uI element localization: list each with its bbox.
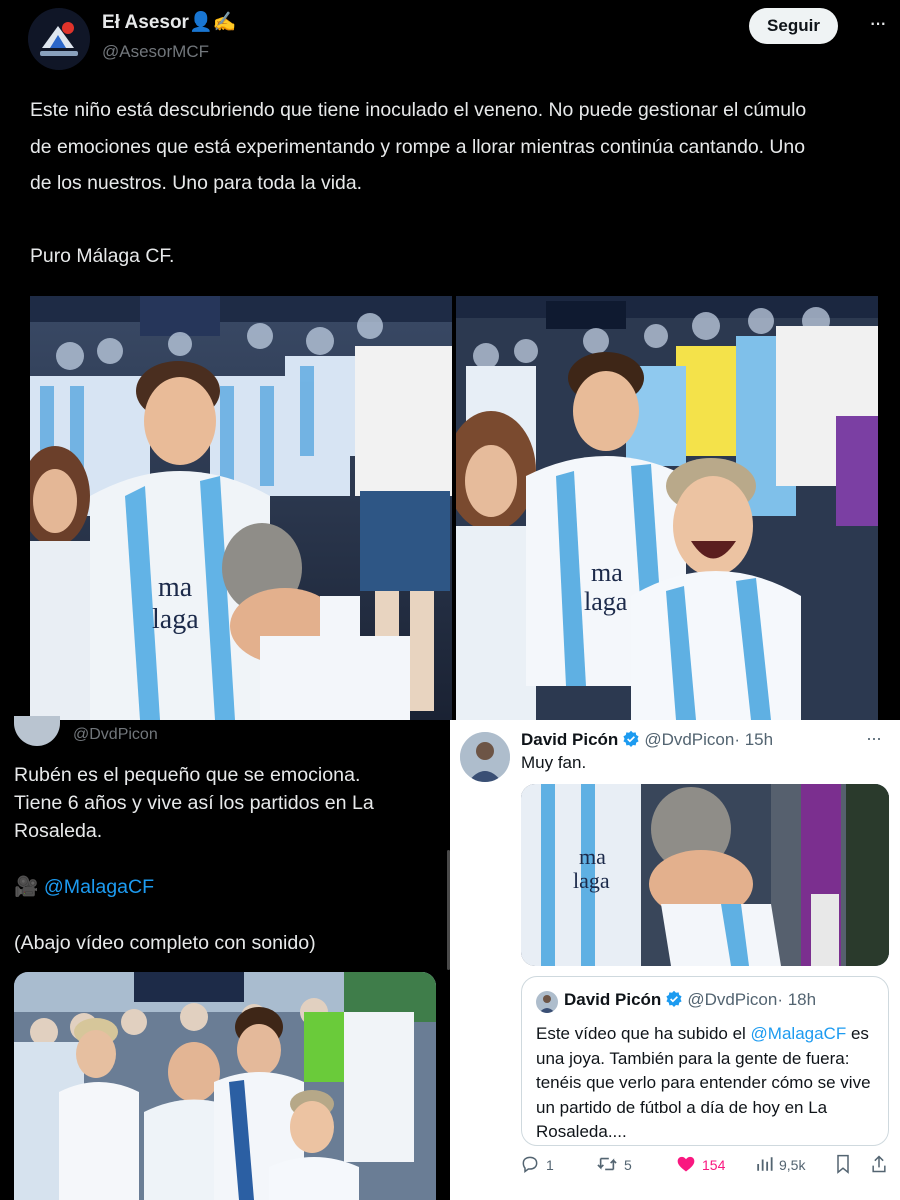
tweet-text-line: Este niño está descubriendo que tiene in…	[30, 99, 807, 121]
avatar[interactable]	[460, 732, 510, 782]
tweet-text-line: Tiene 6 años y vive así los partidos en …	[14, 792, 374, 814]
quoted-text-line: Este vídeo que ha subido el @MalagaCF es	[536, 1022, 881, 1047]
repost-count: 5	[624, 1157, 632, 1173]
author-handle[interactable]: @DvdPicon	[73, 726, 158, 744]
avatar[interactable]	[14, 716, 60, 746]
follow-button[interactable]: Seguir	[749, 8, 838, 44]
mention-line: 🎥 @MalagaCF	[14, 873, 434, 901]
shirt-text: laga	[584, 587, 628, 616]
more-options-icon[interactable]: ···	[862, 12, 892, 38]
shirt-text: laga	[573, 868, 610, 893]
reply-icon	[520, 1154, 540, 1177]
quoted-text: Este vídeo que ha subido el @MalagaCF es…	[536, 1022, 881, 1145]
repost-button[interactable]: 5	[596, 1150, 632, 1180]
shirt-text: laga	[152, 604, 199, 635]
avatar[interactable]	[536, 991, 558, 1013]
author-name[interactable]: Eł Asesor👤✍️	[102, 10, 236, 34]
shirt-text: ma	[579, 844, 606, 869]
quoted-header: David Picón @DvdPicon· 18h	[564, 990, 816, 1013]
mention-link[interactable]: @MalagaCF	[44, 876, 154, 898]
tweet-header: David Picón @DvdPicon· 15h	[521, 730, 773, 753]
reply-count: 1	[546, 1157, 554, 1173]
tweet-text-line: (Abajo vídeo completo con sonido)	[14, 932, 316, 954]
views-chart-icon	[755, 1155, 773, 1176]
tweet-text-line: de emociones que está experimentando y r…	[30, 135, 806, 158]
mention-link[interactable]: @MalagaCF	[751, 1024, 847, 1043]
quoted-author-handle: @DvdPicon	[687, 990, 778, 1009]
shirt-text: ma	[591, 558, 623, 587]
bookmark-button[interactable]	[834, 1150, 852, 1180]
avatar[interactable]	[28, 8, 90, 70]
top-tweet: Eł Asesor👤✍️ @AsesorMCF Seguir ··· Este …	[0, 0, 900, 720]
quoted-tweet[interactable]: David Picón @DvdPicon· 18h Este vídeo que…	[521, 976, 889, 1146]
author-handle[interactable]: @DvdPicon	[644, 730, 734, 749]
reply-button[interactable]: 1	[520, 1150, 554, 1180]
quoted-text-line: tenéis que verlo para entender cómo se v…	[536, 1073, 871, 1092]
tweet-text: Este niño está descubriendo que tiene in…	[30, 92, 880, 274]
quoted-text-segment: Este vídeo que ha subido el	[536, 1024, 751, 1043]
tweet-text-line: de los nuestros. Uno para toda la vida.	[30, 172, 362, 195]
quoted-text-line: un partido de fútbol a día de hoy en La	[536, 1097, 828, 1117]
repost-icon	[596, 1154, 618, 1177]
tweet-text: Muy fan.	[521, 753, 587, 772]
tweet-text-line: Rubén es el pequeño que se emociona.	[14, 764, 361, 786]
quoted-text-line: Rosaleda....	[536, 1122, 627, 1141]
share-button[interactable]	[870, 1150, 888, 1180]
quoted-author-name: David Picón	[564, 990, 662, 1009]
views-count: 9,5k	[779, 1157, 806, 1173]
tweet-photo[interactable]	[14, 972, 436, 1200]
views-button[interactable]: 9,5k	[755, 1150, 805, 1180]
verified-badge-icon	[665, 990, 683, 1013]
author-name[interactable]: David Picón	[521, 730, 618, 749]
heart-icon	[676, 1154, 696, 1177]
like-count: 154	[702, 1157, 726, 1173]
author-handle[interactable]: @AsesorMCF	[102, 42, 209, 62]
quoted-timestamp: · 18h	[777, 990, 817, 1009]
tweet-photo-left[interactable]: ma laga	[30, 296, 452, 720]
tweet-photo[interactable]: ma laga	[521, 784, 889, 966]
verified-badge-icon	[622, 730, 640, 753]
tweet-actions: 1 5 154 9,5k	[450, 1150, 900, 1180]
more-options-icon[interactable]: ···	[866, 728, 882, 749]
tweet-text-line: Rosaleda.	[14, 820, 103, 842]
like-button[interactable]: 154	[676, 1150, 725, 1180]
bookmark-icon	[834, 1154, 852, 1177]
share-icon	[870, 1154, 888, 1177]
camera-icon: 🎥	[14, 876, 39, 898]
quoted-text-segment: es	[846, 1024, 869, 1043]
shirt-text: ma	[158, 572, 193, 603]
bottom-left-tweet: @DvdPicon Rubén es el pequeño que se emo…	[0, 716, 450, 1200]
tweet-text-line: Puro Málaga CF.	[30, 244, 175, 267]
quoted-text-line: una joya. También para la gente de fuera…	[536, 1048, 850, 1068]
tweet-text: Rubén es el pequeño que se emociona. Tie…	[14, 761, 434, 957]
tweet-photo-right[interactable]: ma laga	[456, 296, 878, 720]
timestamp[interactable]: · 15h	[734, 730, 773, 749]
